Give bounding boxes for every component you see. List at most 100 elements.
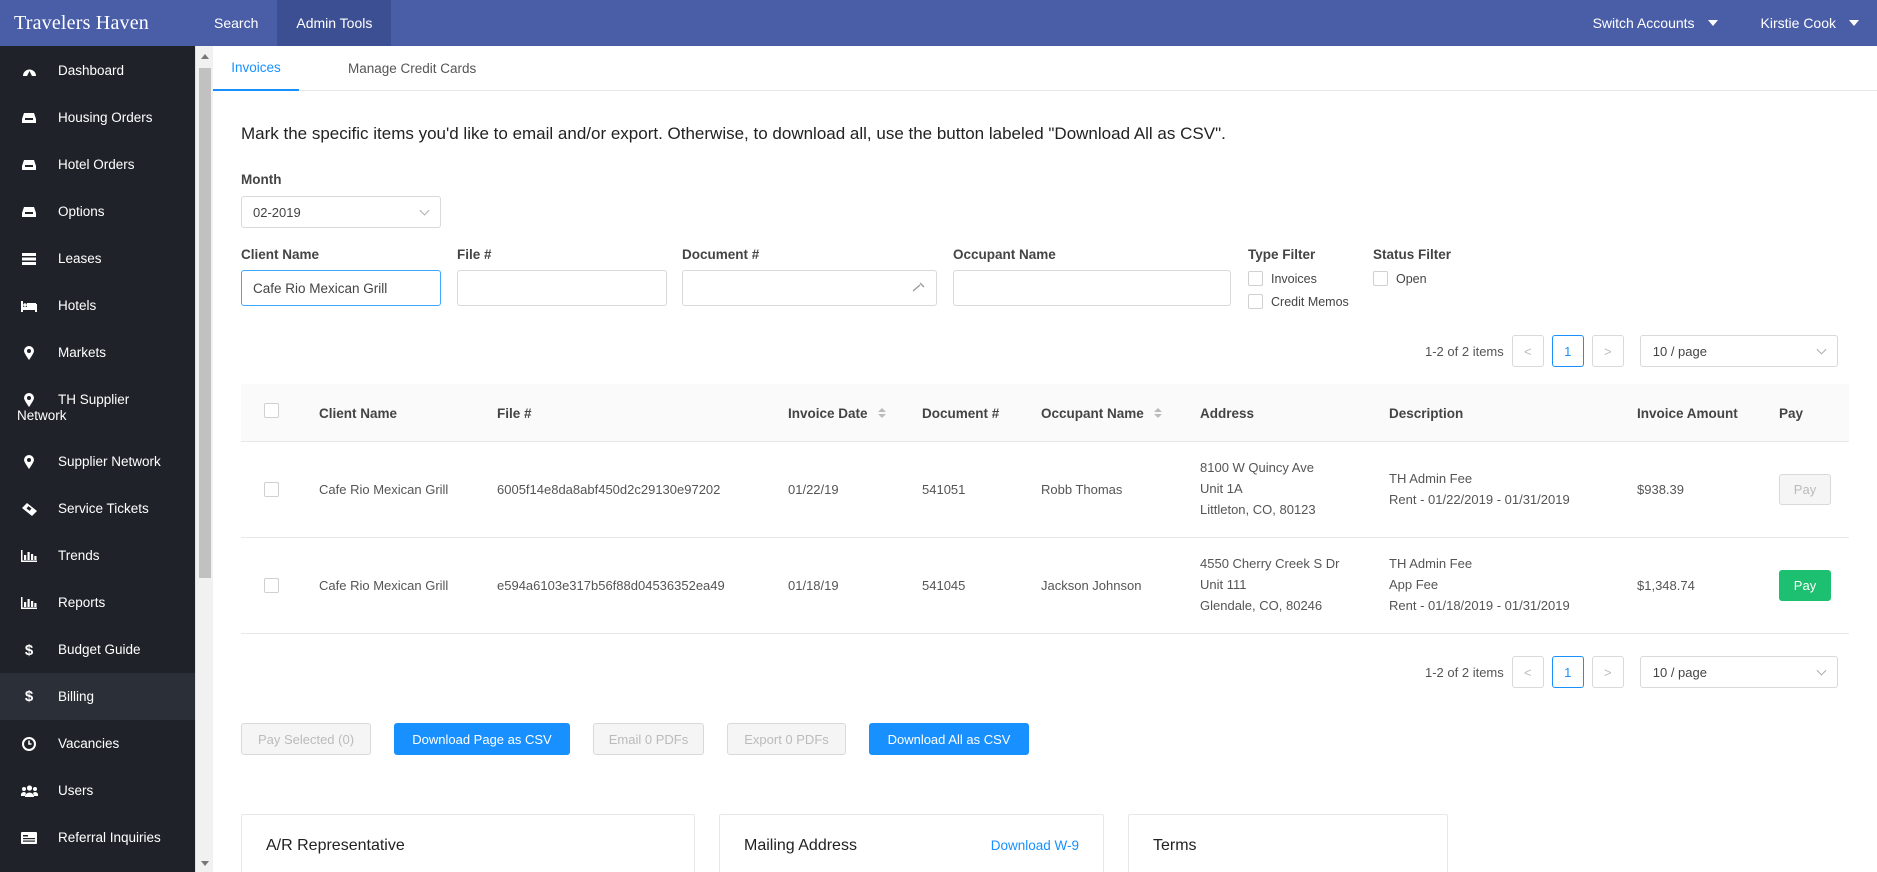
sidebar-item-service-tickets[interactable]: Service Tickets <box>0 501 195 517</box>
month-select[interactable]: 02-2019 <box>241 196 441 228</box>
pagination-info: 1-2 of 2 items <box>1425 343 1504 359</box>
caret-down-icon <box>1707 20 1718 26</box>
address-line: Glendale, CO, 80246 <box>1200 598 1323 613</box>
sidebar-item-dashboard[interactable]: Dashboard <box>0 63 195 79</box>
page-size-value: 10 / page <box>1652 343 1707 359</box>
sort-icon[interactable] <box>1153 408 1162 418</box>
pay-selected-button[interactable]: Pay Selected (0) <box>241 723 371 755</box>
download-w9-link[interactable]: Download W-9 <box>991 838 1079 853</box>
table-row: Cafe Rio Mexican Grill 6005f14e8da8abf45… <box>241 442 1849 538</box>
wrench-icon <box>912 281 926 296</box>
file-number-input[interactable] <box>457 270 667 306</box>
sidebar-item-vacancies[interactable]: Vacancies <box>0 736 195 752</box>
email-pdfs-button[interactable]: Email 0 PDFs <box>593 723 704 755</box>
cell-address: 8100 W Quincy Ave Unit 1A Littleton, CO,… <box>1200 457 1316 520</box>
nav-search[interactable]: Search <box>195 0 277 46</box>
cell-document-number[interactable]: 541045 <box>922 575 965 596</box>
row-checkbox[interactable] <box>264 482 279 497</box>
mailing-address-card: Mailing Address Download W-9 <box>719 814 1104 872</box>
sort-icon[interactable] <box>877 408 886 418</box>
select-all-checkbox[interactable] <box>264 403 279 418</box>
pay-button[interactable]: Pay <box>1779 570 1831 601</box>
sidebar-item-referral-inquiries[interactable]: Referral Inquiries <box>0 830 195 846</box>
prev-page-button[interactable]: < <box>1511 656 1544 688</box>
document-number-input[interactable] <box>682 270 937 306</box>
scroll-down-icon[interactable] <box>201 861 209 866</box>
sidebar-item-supplier-network[interactable]: Supplier Network <box>0 454 195 470</box>
sidebar-item-hotels[interactable]: Hotels <box>0 298 195 314</box>
main-content: Invoices Manage Credit Cards Mark the sp… <box>213 46 1877 872</box>
next-page-button[interactable]: > <box>1591 656 1624 688</box>
pagination-top: 1-2 of 2 items < 1 > 10 / page <box>1425 335 1838 367</box>
cell-file-number[interactable]: 6005f14e8da8abf450d2c29130e97202 <box>497 479 720 500</box>
description-line: TH Admin Fee <box>1389 471 1473 486</box>
scroll-up-icon[interactable] <box>201 54 209 59</box>
invoices-checkbox[interactable] <box>1248 271 1263 286</box>
sidebar-label-network: Network <box>17 408 67 423</box>
page-size-select[interactable]: 10 / page <box>1639 656 1838 688</box>
bar-chart-icon <box>19 595 39 611</box>
header-document-number: Document # <box>922 405 1000 421</box>
page-size-select[interactable]: 10 / page <box>1639 335 1838 367</box>
header-invoice-date[interactable]: Invoice Date <box>788 384 886 442</box>
pay-button[interactable]: Pay <box>1779 474 1831 505</box>
tab-manage-credit-cards[interactable]: Manage Credit Cards <box>348 46 476 91</box>
sidebar-label-th-supplier: TH Supplier <box>58 392 130 407</box>
address-line: Unit 1A <box>1200 481 1243 496</box>
table-header: Client Name File # Invoice Date Document… <box>241 384 1849 442</box>
tab-invoices[interactable]: Invoices <box>213 46 299 91</box>
page-1-button[interactable]: 1 <box>1551 335 1584 367</box>
chevron-down-icon <box>1816 344 1827 355</box>
map-marker-icon <box>19 392 39 408</box>
sidebar-item-leases[interactable]: Leases <box>0 251 195 267</box>
scrollbar-thumb[interactable] <box>199 68 211 578</box>
export-pdfs-button[interactable]: Export 0 PDFs <box>727 723 846 755</box>
download-all-csv-button[interactable]: Download All as CSV <box>869 723 1029 755</box>
dollar-icon: $ <box>24 688 34 705</box>
card-title: Terms <box>1153 837 1197 854</box>
switch-accounts-dropdown[interactable]: Switch Accounts <box>1593 15 1718 31</box>
sidebar-item-trends[interactable]: Trends <box>0 548 195 564</box>
sidebar-item-th-supplier-network[interactable]: TH Supplier Network <box>0 392 195 424</box>
occupant-name-input[interactable] <box>953 270 1231 306</box>
pagination-info: 1-2 of 2 items <box>1425 664 1504 680</box>
credit-memos-checkbox[interactable] <box>1248 294 1263 309</box>
id-card-icon <box>19 830 39 846</box>
map-marker-icon <box>19 454 39 470</box>
clock-icon <box>19 736 39 752</box>
file-number-label: File # <box>457 247 492 262</box>
sidebar-item-budget-guide[interactable]: $ Budget Guide <box>0 642 195 659</box>
nav-admin-tools[interactable]: Admin Tools <box>277 0 392 46</box>
cell-document-number[interactable]: 541051 <box>922 479 965 500</box>
page-1-button[interactable]: 1 <box>1551 656 1584 688</box>
users-icon <box>19 783 39 799</box>
cell-file-number[interactable]: e594a6103e317b56f88d04536352ea49 <box>497 575 725 596</box>
sidebar-item-billing[interactable]: $ Billing <box>0 673 195 720</box>
sidebar-item-options[interactable]: Options <box>0 204 195 220</box>
brand-logo[interactable]: Travelers Haven <box>0 12 195 35</box>
cell-client-name: Cafe Rio Mexican Grill <box>319 482 449 497</box>
document-number-label: Document # <box>682 247 760 262</box>
header-invoice-date-label: Invoice Date <box>788 405 868 421</box>
map-marker-icon <box>19 345 39 361</box>
bed-icon <box>19 298 39 314</box>
next-page-button[interactable]: > <box>1591 335 1624 367</box>
header-occupant-name[interactable]: Occupant Name <box>1041 384 1162 442</box>
address-line: 8100 W Quincy Ave <box>1200 460 1314 475</box>
open-checkbox[interactable] <box>1373 271 1388 286</box>
client-name-input[interactable]: Cafe Rio Mexican Grill <box>241 270 441 306</box>
sidebar-item-housing-orders[interactable]: Housing Orders <box>0 110 195 126</box>
open-checkbox-label: Open <box>1396 272 1427 286</box>
sidebar-item-users[interactable]: Users <box>0 783 195 799</box>
switch-accounts-label: Switch Accounts <box>1592 15 1695 31</box>
download-page-csv-button[interactable]: Download Page as CSV <box>394 723 570 755</box>
row-checkbox[interactable] <box>264 578 279 593</box>
header-invoice-amount: Invoice Amount <box>1637 405 1738 421</box>
prev-page-button[interactable]: < <box>1511 335 1544 367</box>
cell-invoice-amount: $1,348.74 <box>1637 578 1695 593</box>
user-menu-dropdown[interactable]: Kirstie Cook <box>1761 15 1859 31</box>
sidebar-scrollbar[interactable] <box>195 46 213 872</box>
sidebar-item-hotel-orders[interactable]: Hotel Orders <box>0 157 195 173</box>
sidebar-item-reports[interactable]: Reports <box>0 595 195 611</box>
sidebar-item-markets[interactable]: Markets <box>0 345 195 361</box>
